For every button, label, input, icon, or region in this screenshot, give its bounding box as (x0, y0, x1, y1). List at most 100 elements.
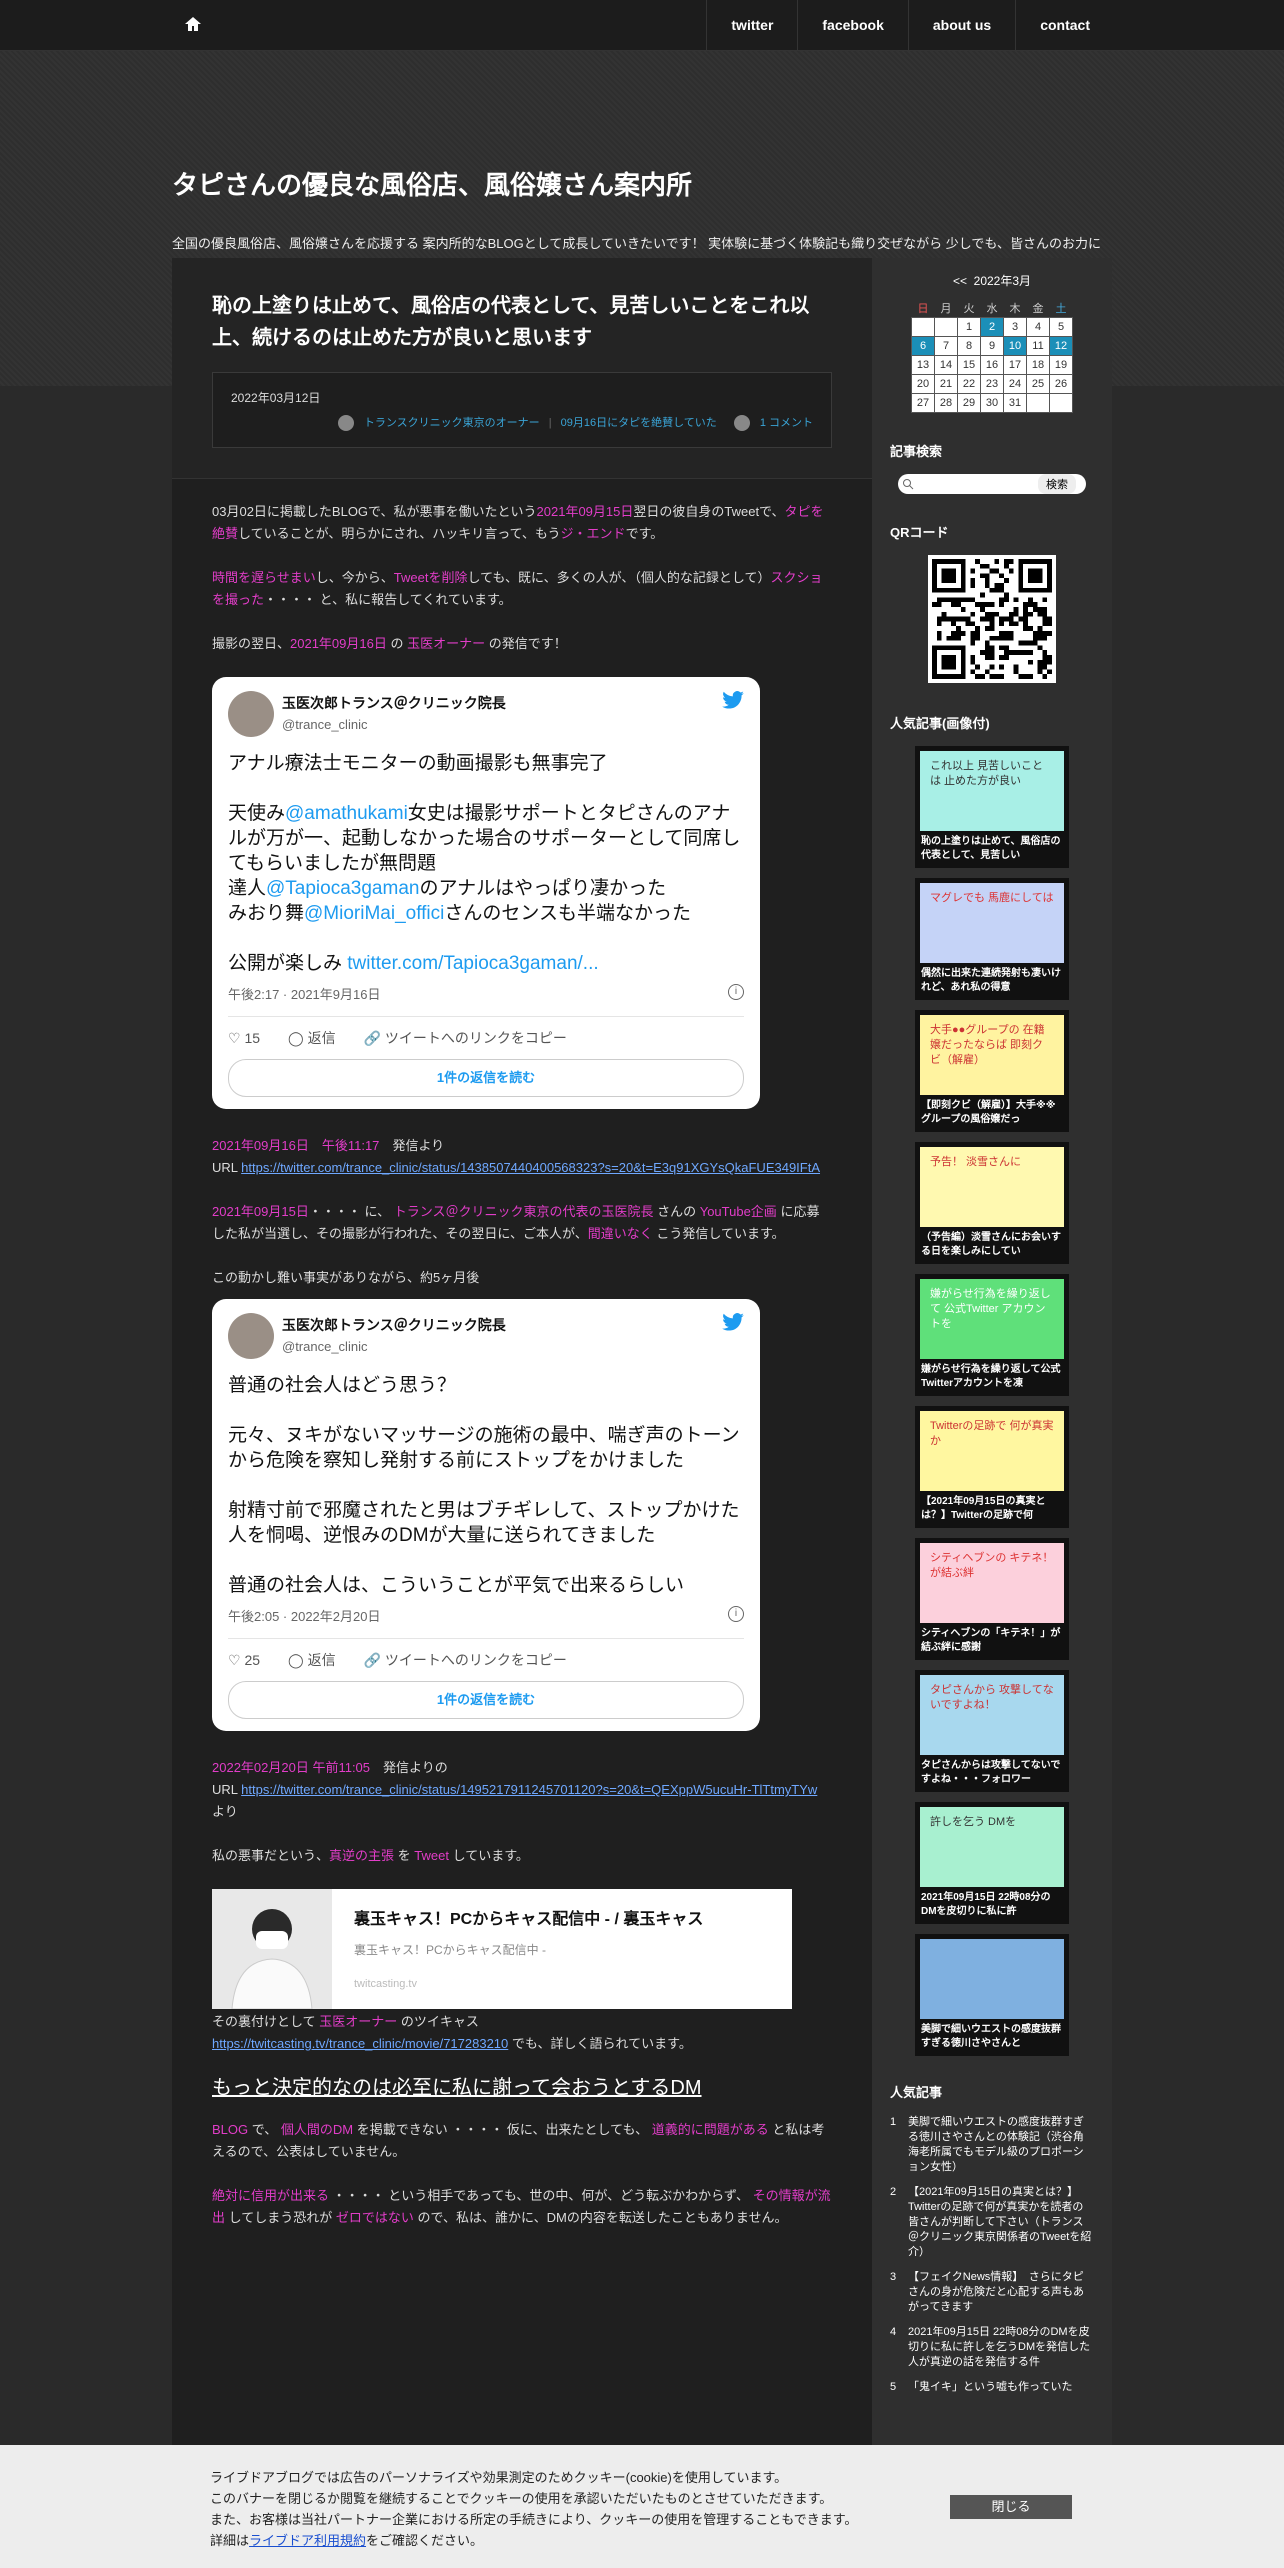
tweet-time[interactable]: 午後2:17 · 2021年9月16日 i (228, 984, 744, 1018)
popular-thumb[interactable]: 許しを乞う DMを 2021年09月15日 22時08分のDMを皮切りに私に許 (915, 1802, 1069, 1924)
cookie-banner: ライブドアブログでは広告のパーソナライズや効果測定のためクッキー(cookie)… (0, 2445, 1284, 2568)
calendar-day-link[interactable]: 12 (1049, 336, 1073, 356)
post-category[interactable]: トランスクリニック東京のオーナー (364, 417, 540, 429)
popular-thumb[interactable]: シティヘブンの キテネ！が結ぶ絆 シティヘブンの「キテネ！」が結ぶ絆に感謝 (915, 1538, 1069, 1660)
thumb-caption: 【即刻クビ（解雇）】大手※※グループの風俗嬢だっ (917, 1096, 1067, 1130)
nav-links: twitter facebook about us contact (706, 0, 1114, 50)
post-body: 03月02日に掲載したBLOGで、私が悪事を働いたという2021年09月15日翌… (172, 479, 872, 2229)
search-heading: 記事検索 (890, 444, 943, 459)
paragraph: 絶対に信用が出来る ・・・・ という相手であっても、世の中、何が、どう転ぶかわか… (212, 2188, 831, 2226)
terms-link[interactable]: ライブドア利用規約 (249, 2533, 366, 2548)
section-heading: もっと決定的なのは必至に私に謝って会おうとするDM (212, 2077, 702, 2100)
calendar-day-link[interactable]: 6 (911, 336, 935, 356)
link-card[interactable]: 裏玉キャス！PCからキャス配信中 - / 裏玉キャス 裏玉キャス！PCからキャス… (212, 1889, 792, 2010)
reply-button[interactable]: ◯ 返信 (288, 1649, 336, 1671)
info-icon[interactable]: i (728, 984, 744, 1001)
popular-thumb[interactable]: 予告！ 淡雪さんに （予告編）淡雪さんにお会いする日を楽しみにしてい (915, 1142, 1069, 1264)
popular-thumb[interactable]: Twitterの足跡で 何が真実か 【2021年09月15日の真実とは？】Twit… (915, 1406, 1069, 1528)
popular-thumb[interactable]: 嫌がらせ行為を繰り返して 公式Twitter アカウントを 嫌がらせ行為を繰り返し… (915, 1274, 1069, 1396)
calendar-prev[interactable]: << (953, 274, 967, 288)
thumb-image: これ以上 見苦しいことは 止めた方が良い (920, 751, 1064, 831)
like-button[interactable]: ♡ 15 (228, 1027, 260, 1049)
tweet-actions: ♡ 15 ◯ 返信 🔗 ツイートへのリンクをコピー (228, 1017, 744, 1059)
popular-thumb[interactable]: 大手●●グループの 在籍嬢だったならば 即刻クビ（解雇） 【即刻クビ（解雇）】大手… (915, 1010, 1069, 1132)
twitcasting-link[interactable]: https://twitcasting.tv/trance_clinic/mov… (212, 2036, 508, 2051)
popular-item[interactable]: 4 2021年09月15日 22時08分のDMを皮切りに私に許しを乞うDMを発信し… (890, 2325, 1094, 2370)
nav-facebook[interactable]: facebook (797, 0, 907, 50)
paragraph: 時間を遅らせまいし、今から、Tweetを削除しても、既に、多くの人が、（個人的な… (212, 570, 823, 608)
read-replies-button[interactable]: 1件の返信を読む (228, 1059, 744, 1098)
thumb-image: タピさんから 攻撃してないですよね！ (920, 1675, 1064, 1755)
tweet-header: 玉医次郎トランス＠クリニック院長 @trance_clinic (228, 691, 744, 738)
qr-code (928, 555, 1056, 683)
cookie-close-button[interactable]: 閉じる (950, 2495, 1072, 2519)
tweet-url-link[interactable]: https://twitter.com/trance_clinic/status… (241, 1160, 820, 1175)
popular-list: 1 美脚で細いウエストの感度抜群すぎる徳川さやさんとの体験記（渋谷角海老所属でもモ… (872, 2115, 1112, 2395)
card-title[interactable]: 裏玉キャス！PCからキャス配信中 - / 裏玉キャス (354, 1909, 703, 1931)
nav-twitter[interactable]: twitter (706, 0, 797, 50)
calendar-day-link[interactable]: 2 (980, 317, 1004, 337)
popular-thumbs: これ以上 見苦しいことは 止めた方が良い 恥の上塗りは止めて、風俗店の代表として、… (872, 746, 1112, 2056)
search-icon (903, 479, 914, 490)
nav-about[interactable]: about us (907, 0, 1015, 50)
thumb-caption: 【2021年09月15日の真実とは？】Twitterの足跡で何 (917, 1492, 1067, 1526)
category-icon (337, 415, 354, 432)
calendar-day-link[interactable]: 10 (1003, 336, 1027, 356)
tweet-text: アナル療法士モニターの動画撮影も無事完了 天使み@amathukami女史は撮影サ… (228, 753, 741, 975)
home-icon[interactable] (183, 14, 203, 34)
tweet-handle[interactable]: @trance_clinic (282, 1336, 506, 1358)
tweet-author[interactable]: 玉医次郎トランス＠クリニック院長 (282, 1314, 506, 1336)
popular-item[interactable]: 5 「鬼イキ」という嘘も作っていた (890, 2380, 1094, 2395)
comment-icon (733, 415, 750, 432)
tweet-url-link[interactable]: https://twitter.com/trance_clinic/status… (241, 1782, 817, 1797)
top-nav: twitter facebook about us contact (0, 0, 1284, 51)
search-box: 検索 (898, 474, 1086, 494)
read-replies-button[interactable]: 1件の返信を読む (228, 1681, 744, 1720)
card-url: twitcasting.tv (354, 1978, 417, 1991)
calendar: 日月火水木金土 12345 6 7 8 9 10 11 12 13 14 15 16 17 18 19 … (911, 299, 1073, 413)
info-icon[interactable]: i (728, 1606, 744, 1623)
paragraph: 03月02日に掲載したBLOGで、私が悪事を働いたという2021年09月15日翌… (212, 504, 824, 542)
twitter-bird-icon[interactable] (722, 691, 744, 709)
sidebar: << 2022年3月 日月火水木金土 12345 6 7 8 9 10 11 12 13 14… (872, 258, 1112, 2568)
tweet-header: 玉医次郎トランス＠クリニック院長 @trance_clinic (228, 1313, 744, 1360)
tweet-author[interactable]: 玉医次郎トランス＠クリニック院長 (282, 692, 506, 714)
popular-thumb[interactable]: マグレでも 馬鹿にしては 偶然に出来た連続発射も凄いけれど、あれ私の得意 (915, 878, 1069, 1000)
tweet-time[interactable]: 午後2:05 · 2022年2月20日 i (228, 1606, 744, 1640)
calendar-title: << 2022年3月 (952, 274, 1032, 288)
search-button[interactable]: 検索 (1038, 474, 1076, 494)
thumb-image: 許しを乞う DMを (920, 1807, 1064, 1887)
copy-link-button[interactable]: 🔗 ツイートへのリンクをコピー (364, 1649, 567, 1671)
paragraph: 私の悪事だという、真逆の主張 を Tweet しています。 (212, 1848, 529, 1864)
cookie-text: ライブドアブログでは広告のパーソナライズや効果測定のためクッキー(cookie)… (210, 2470, 858, 2548)
thumb-caption: シティヘブンの「キテネ！」が結ぶ絆に感謝 (917, 1624, 1067, 1658)
post-comments[interactable]: 1 コメント (760, 417, 813, 429)
thumb-image: 予告！ 淡雪さんに (920, 1147, 1064, 1227)
popular-item[interactable]: 3 【フェイクNews情報】 さらにタピさんの身が危険だと心配する声もあがってきま… (890, 2270, 1094, 2315)
popular-thumb[interactable]: 美脚で細いウエストの感度抜群すぎる徳川さやさんと (915, 1934, 1069, 2056)
paragraph: 撮影の翌日、2021年09月16日 の 玉医オーナー の発信です！ (212, 636, 567, 652)
twitter-bird-icon[interactable] (722, 1313, 744, 1331)
reply-button[interactable]: ◯ 返信 (288, 1027, 336, 1049)
popular-item[interactable]: 2 【2021年09月15日の真実とは？】Twitterの足跡で何が真実かを読者の… (890, 2185, 1094, 2260)
nav-contact[interactable]: contact (1015, 0, 1114, 50)
search-input[interactable] (914, 477, 1038, 491)
avatar[interactable] (228, 691, 274, 738)
avatar[interactable] (228, 1313, 274, 1360)
popular-thumb[interactable]: タピさんから 攻撃してないですよね！ タピさんからは攻撃してないですよね・・・フォ… (915, 1670, 1069, 1792)
embedded-tweet[interactable]: 玉医次郎トランス＠クリニック院長 @trance_clinic アナル療法士モニタ… (212, 677, 760, 1110)
post-title[interactable]: 恥の上塗りは止めて、風俗店の代表として、見苦しいことをこれ以上、続けるのは止めた… (212, 290, 832, 354)
card-thumbnail (212, 1889, 332, 2010)
tweet-handle[interactable]: @trance_clinic (282, 714, 506, 736)
paragraph: その裏付けとして 玉医オーナー のツイキャス https://twitcastin… (212, 2014, 692, 2052)
tweet-actions: ♡ 25 ◯ 返信 🔗 ツイートへのリンクをコピー (228, 1639, 744, 1681)
embedded-tweet[interactable]: 玉医次郎トランス＠クリニック院長 @trance_clinic 普通の社会人はどう… (212, 1299, 760, 1732)
popular-item[interactable]: 1 美脚で細いウエストの感度抜群すぎる徳川さやさんとの体験記（渋谷角海老所属でもモ… (890, 2115, 1094, 2175)
card-body: 裏玉キャス！PCからキャス配信中 - / 裏玉キャス 裏玉キャス！PCからキャス… (332, 1889, 725, 2009)
like-button[interactable]: ♡ 25 (228, 1649, 260, 1671)
copy-link-button[interactable]: 🔗 ツイートへのリンクをコピー (364, 1027, 567, 1049)
popular-thumb[interactable]: これ以上 見苦しいことは 止めた方が良い 恥の上塗りは止めて、風俗店の代表として、… (915, 746, 1069, 868)
card-description: 裏玉キャス！PCからキャス配信中 - (354, 1943, 547, 1958)
site-title[interactable]: タピさんの優良な風俗店、風俗嬢さん案内所 (172, 165, 692, 202)
post-tag[interactable]: 09月16日にタピを絶賛していた (561, 417, 717, 429)
